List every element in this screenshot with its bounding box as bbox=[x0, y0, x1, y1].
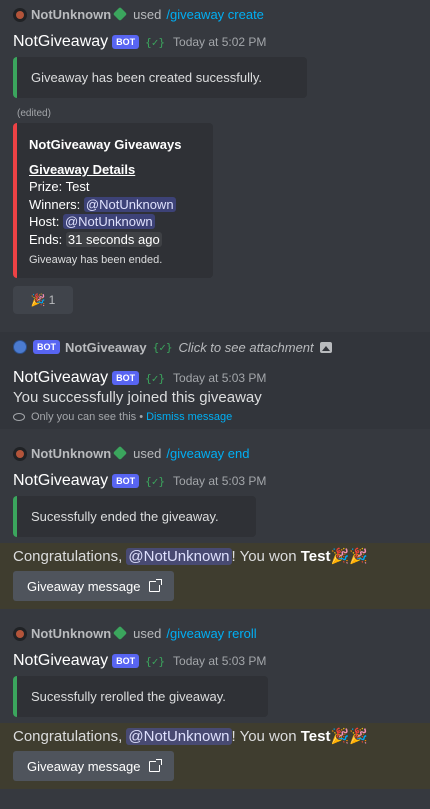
user-avatar bbox=[13, 7, 27, 22]
reply-reference[interactable]: NotUnknown used /giveaway reroll bbox=[13, 625, 418, 642]
bot-badge: BOT bbox=[112, 474, 140, 488]
congrats-prefix: Congratulations, bbox=[13, 548, 123, 565]
reply-username[interactable]: NotUnknown bbox=[31, 626, 111, 641]
embed-winners: Winners: @NotUnknown bbox=[29, 196, 201, 214]
congrats-mid: ! You won bbox=[231, 728, 297, 745]
verified-icon: {✓} bbox=[152, 340, 173, 354]
reply-username[interactable]: NotGiveaway bbox=[65, 340, 147, 355]
reply-username[interactable]: NotUnknown bbox=[31, 7, 111, 22]
verified-diamond-icon bbox=[113, 6, 128, 21]
verified-diamond-icon bbox=[113, 625, 128, 640]
used-label: used bbox=[133, 7, 162, 22]
host-label: Host: bbox=[29, 214, 60, 229]
embed-ends: Ends: 31 seconds ago bbox=[29, 231, 201, 249]
host-mention[interactable]: @NotUnknown bbox=[62, 214, 155, 229]
message-content-box: Sucessfully rerolled the giveaway. bbox=[13, 676, 268, 717]
mention-highlight: Congratulations, @NotUnknown! You won Te… bbox=[0, 723, 430, 789]
attachment-link[interactable]: Click to see attachment bbox=[179, 340, 314, 355]
author-name[interactable]: NotGiveaway bbox=[13, 472, 108, 490]
user-avatar bbox=[13, 446, 27, 461]
giveaway-embed: NotGiveaway Giveaways Giveaway Details P… bbox=[13, 123, 213, 278]
message-reroll: NotUnknown used /giveaway reroll NotGive… bbox=[0, 625, 430, 717]
bot-badge: BOT bbox=[112, 371, 140, 385]
bot-avatar bbox=[13, 340, 27, 354]
used-label: used bbox=[133, 626, 162, 641]
verified-icon: {✓} bbox=[145, 371, 166, 385]
reply-username[interactable]: NotUnknown bbox=[31, 446, 111, 461]
verified-icon: {✓} bbox=[145, 35, 166, 49]
winner-mention[interactable]: @NotUnknown bbox=[126, 548, 232, 565]
command-name[interactable]: /giveaway end bbox=[166, 446, 249, 461]
bot-badge: BOT bbox=[112, 654, 140, 668]
button-label: Giveaway message bbox=[27, 758, 141, 774]
author-name[interactable]: NotGiveaway bbox=[13, 652, 108, 670]
verified-icon: {✓} bbox=[145, 654, 166, 668]
giveaway-message-button[interactable]: Giveaway message bbox=[13, 571, 175, 601]
party-popper-icon: 🎉🎉 bbox=[330, 548, 368, 565]
reply-reference[interactable]: NotUnknown used /giveaway create bbox=[13, 6, 418, 23]
winner-mention[interactable]: @NotUnknown bbox=[126, 728, 232, 745]
bot-badge: BOT bbox=[33, 340, 60, 354]
congrats-prefix: Congratulations, bbox=[13, 728, 123, 745]
message-ephemeral: BOT NotGiveaway {✓} Click to see attachm… bbox=[0, 332, 430, 429]
ends-label: Ends: bbox=[29, 231, 63, 247]
used-label: used bbox=[133, 446, 162, 461]
external-link-icon bbox=[149, 578, 163, 592]
dismiss-message-link[interactable]: Dismiss message bbox=[146, 411, 232, 423]
mention-highlight: Congratulations, @NotUnknown! You won Te… bbox=[0, 543, 430, 609]
party-popper-icon: 🎉🎉 bbox=[330, 728, 368, 745]
timestamp: Today at 5:03 PM bbox=[173, 371, 267, 385]
edited-label: (edited) bbox=[17, 108, 51, 119]
giveaway-message-button[interactable]: Giveaway message bbox=[13, 751, 175, 781]
button-label: Giveaway message bbox=[27, 578, 141, 594]
congrats-line: Congratulations, @NotUnknown! You won Te… bbox=[13, 727, 417, 745]
command-name[interactable]: /giveaway reroll bbox=[166, 626, 256, 641]
message-content-box: Giveaway has been created sucessfully. bbox=[13, 57, 307, 98]
winner-mention[interactable]: @NotUnknown bbox=[83, 196, 176, 212]
embed-field-title: Giveaway Details bbox=[29, 162, 136, 177]
ends-value: 31 seconds ago bbox=[65, 231, 162, 247]
reply-reference[interactable]: NotUnknown used /giveaway end bbox=[13, 445, 418, 462]
message-content-box: Sucessfully ended the giveaway. bbox=[13, 496, 256, 537]
prize-name: Test bbox=[300, 728, 331, 745]
user-avatar bbox=[13, 626, 27, 641]
command-name[interactable]: /giveaway create bbox=[166, 7, 264, 22]
timestamp: Today at 5:02 PM bbox=[173, 35, 267, 49]
embed-host: Host: @NotUnknown bbox=[29, 213, 201, 231]
eye-icon bbox=[13, 413, 25, 421]
embed-prize: Prize: Test bbox=[29, 179, 90, 194]
embed-footer: Giveaway has been ended. bbox=[29, 254, 163, 266]
prize-name: Test bbox=[300, 548, 331, 565]
congrats-line: Congratulations, @NotUnknown! You won Te… bbox=[13, 547, 417, 565]
timestamp: Today at 5:03 PM bbox=[173, 654, 267, 668]
external-link-icon bbox=[149, 758, 163, 772]
ephemeral-note: Only you can see this • Dismiss message bbox=[13, 411, 417, 423]
verified-diamond-icon bbox=[113, 445, 128, 460]
winners-label: Winners: bbox=[29, 196, 81, 212]
author-name[interactable]: NotGiveaway bbox=[13, 33, 108, 51]
verified-icon: {✓} bbox=[145, 474, 166, 488]
bot-badge: BOT bbox=[112, 35, 140, 49]
timestamp: Today at 5:03 PM bbox=[173, 474, 267, 488]
reaction-count: 1 bbox=[48, 293, 56, 307]
message-content: You successfully joined this giveaway bbox=[13, 389, 262, 406]
congrats-mid: ! You won bbox=[231, 548, 297, 565]
reply-reference[interactable]: BOT NotGiveaway {✓} Click to see attachm… bbox=[0, 337, 430, 357]
party-popper-icon: 🎉 bbox=[30, 293, 46, 307]
author-name[interactable]: NotGiveaway bbox=[13, 369, 108, 387]
only-you-label: Only you can see this • bbox=[31, 411, 144, 423]
image-icon bbox=[319, 341, 332, 353]
message-end: NotUnknown used /giveaway end NotGiveawa… bbox=[0, 445, 430, 537]
embed-title: NotGiveaway Giveaways bbox=[29, 137, 182, 152]
reaction-button[interactable]: 🎉 1 bbox=[13, 286, 73, 314]
message-create: NotUnknown used /giveaway create NotGive… bbox=[0, 0, 430, 314]
